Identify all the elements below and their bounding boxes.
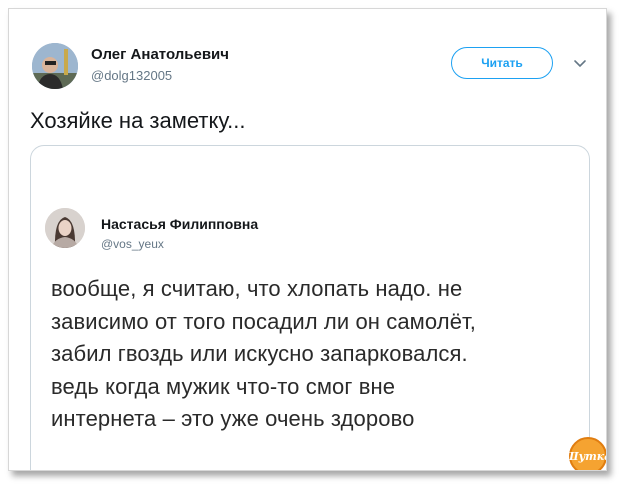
quoted-author-avatar[interactable] <box>45 208 85 248</box>
quoted-tweet[interactable]: Настасья Филипповна @vos_yeux вообще, я … <box>30 145 590 470</box>
author-handle[interactable]: @dolg132005 <box>91 68 172 83</box>
watermark-logo: Шутка <box>565 437 606 470</box>
follow-button-label: Читать <box>481 56 523 70</box>
follow-button[interactable]: Читать <box>451 47 553 79</box>
watermark-text: Шутка <box>564 449 607 463</box>
quoted-author-name[interactable]: Настасья Филипповна <box>101 216 258 232</box>
tweet-card: Олег Анатольевич @dolg132005 Читать Хозя… <box>8 8 607 471</box>
quoted-author-handle[interactable]: @vos_yeux <box>101 237 164 251</box>
author-name[interactable]: Олег Анатольевич <box>91 46 229 63</box>
author-avatar[interactable] <box>32 43 78 89</box>
tweet-text: Хозяйке на заметку... <box>30 108 246 133</box>
quoted-tweet-text: вообще, я считаю, что хлопать надо. не з… <box>51 276 476 431</box>
chevron-down-icon[interactable] <box>573 56 587 68</box>
